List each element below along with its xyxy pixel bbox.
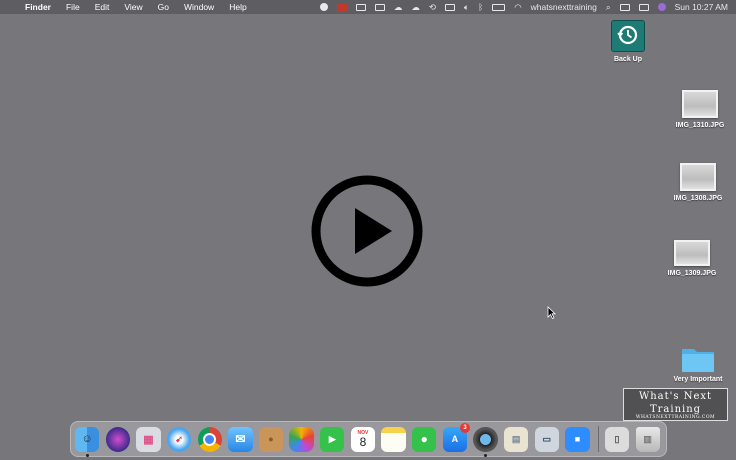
file-label: IMG_1308.JPG: [673, 195, 723, 202]
dock-messages[interactable]: ●: [412, 426, 437, 452]
watermark-line-2: Training: [649, 404, 702, 415]
menu-edit[interactable]: Edit: [95, 2, 110, 12]
menu-go[interactable]: Go: [158, 2, 169, 12]
grid-icon: ▦: [143, 433, 154, 446]
dock-downloads-stack[interactable]: ▯: [604, 426, 630, 452]
menu-app-name[interactable]: Finder: [25, 2, 51, 12]
document-icon: ▯: [614, 433, 620, 444]
menu-window[interactable]: Window: [184, 2, 214, 12]
app-store-a-icon: A: [451, 434, 459, 444]
menu-view[interactable]: View: [124, 2, 142, 12]
backup-label: Back Up: [613, 56, 642, 63]
file-desktop-icon[interactable]: IMG_1310.JPG: [670, 90, 730, 129]
play-video-icon[interactable]: [310, 174, 424, 288]
screen-icon[interactable]: [355, 3, 366, 11]
folder-desktop-icon[interactable]: Very Important: [668, 345, 728, 383]
battery-icon[interactable]: [492, 3, 506, 11]
siri-icon[interactable]: [657, 3, 666, 11]
dock-preview[interactable]: ▤: [503, 426, 529, 452]
dock-quicktime[interactable]: [473, 426, 498, 457]
dock-scanner[interactable]: ▭: [534, 426, 559, 452]
calendar-day: 8: [359, 434, 367, 449]
contacts-person-icon: ●: [268, 434, 274, 444]
watermark-logo: What's Next Training WHATSNEXTTRAINING.C…: [623, 388, 728, 421]
file-desktop-icon[interactable]: IMG_1308.JPG: [668, 163, 728, 202]
dock-launchpad[interactable]: ▦: [136, 426, 161, 452]
control-center-icon[interactable]: [638, 3, 649, 11]
wifi-icon[interactable]: ◠: [514, 0, 521, 14]
bluetooth-icon[interactable]: ᛒ: [478, 0, 483, 14]
window-icon[interactable]: [374, 3, 385, 11]
image-thumbnail: [682, 90, 718, 118]
folder-icon: [681, 345, 715, 373]
photo-stack-icon: ▤: [511, 433, 521, 444]
trash-icon: ▥: [643, 433, 652, 444]
dropbox-icon[interactable]: ☁: [394, 0, 403, 14]
envelope-icon: ✉: [235, 432, 246, 446]
dock-contacts[interactable]: ●: [258, 426, 284, 452]
image-thumbnail: [680, 163, 716, 191]
dock-siri[interactable]: [105, 426, 130, 452]
zoom-camera-icon: ■: [574, 434, 581, 444]
dock-chrome[interactable]: [197, 426, 222, 452]
dock-safari[interactable]: ➹: [166, 426, 192, 452]
dock: ☺ ▦ ➹ ✉ ● ▶ NOV 8 ● A 3 ▤ ▭ ■ ▯ ▥: [70, 421, 667, 457]
folder-label: Very Important: [673, 376, 723, 383]
dock-photos[interactable]: [289, 426, 314, 452]
video-camera-icon: ▶: [328, 433, 336, 444]
dock-separator: [597, 426, 599, 452]
menu-file[interactable]: File: [66, 2, 80, 12]
screen-mirroring-icon[interactable]: [619, 3, 630, 11]
time-machine-icon[interactable]: ⟲: [429, 0, 436, 14]
menu-help[interactable]: Help: [229, 2, 246, 12]
printer-icon: ▭: [542, 433, 552, 444]
record-icon[interactable]: [319, 3, 328, 11]
compass-icon: ➹: [175, 433, 183, 444]
volume-icon[interactable]: 🔈︎: [464, 0, 469, 14]
dock-trash[interactable]: ▥: [635, 426, 660, 452]
file-label: IMG_1310.JPG: [675, 122, 725, 129]
watermark-line-1: What's Next: [638, 391, 713, 402]
dock-calendar[interactable]: NOV 8: [350, 426, 376, 452]
cloud-icon[interactable]: ☁: [411, 0, 420, 14]
dock-mail[interactable]: ✉: [228, 426, 253, 452]
dock-zoom[interactable]: ■: [565, 426, 590, 452]
spotlight-search-icon[interactable]: ⌕: [606, 0, 611, 14]
file-label: IMG_1309.JPG: [667, 270, 717, 277]
backup-desktop-icon[interactable]: Back Up: [605, 20, 651, 63]
menu-clock[interactable]: Sun 10:27 AM: [675, 0, 728, 14]
dock-facetime[interactable]: ▶: [320, 426, 345, 452]
dock-notes[interactable]: [381, 426, 406, 452]
user-name[interactable]: whatsnexttraining: [531, 0, 597, 14]
keyboard-icon[interactable]: [445, 3, 456, 11]
dock-app-store[interactable]: A 3: [442, 422, 471, 452]
status-app-icon[interactable]: [336, 3, 347, 11]
speech-bubble-icon: ●: [420, 432, 428, 446]
dock-finder[interactable]: ☺: [75, 426, 100, 457]
mouse-pointer-icon: [547, 306, 556, 319]
file-desktop-icon[interactable]: IMG_1309.JPG: [662, 240, 722, 277]
chrome-center-icon: [203, 432, 217, 446]
time-machine-drive-icon: [611, 20, 645, 52]
finder-face-icon: ☺: [81, 433, 93, 445]
image-thumbnail: [674, 240, 710, 266]
app-store-badge: 3: [460, 422, 471, 433]
menu-bar: Finder File Edit View Go Window Help ☁ ☁…: [0, 0, 736, 14]
